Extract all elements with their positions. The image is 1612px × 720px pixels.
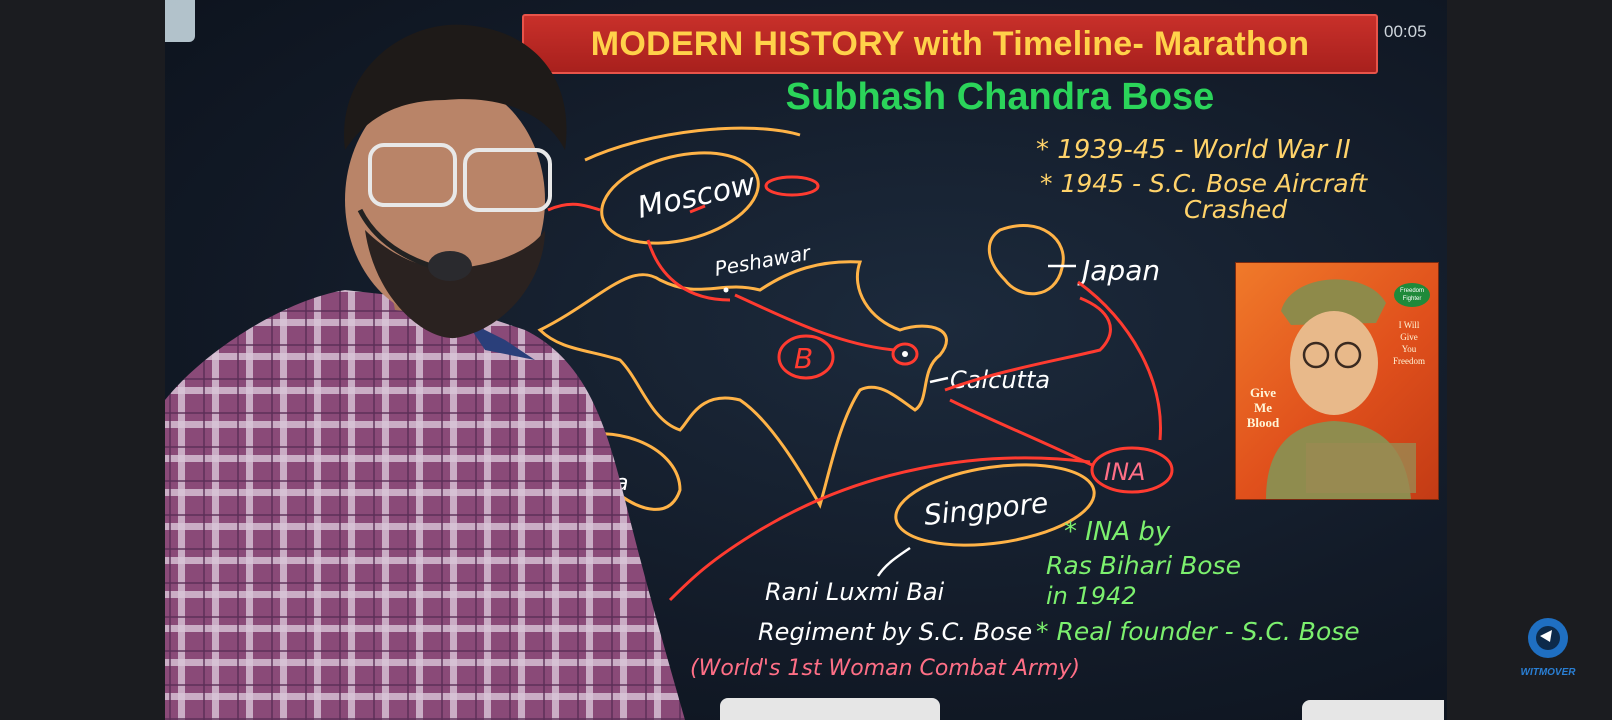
calcutta-dot xyxy=(902,351,908,357)
bose-face xyxy=(1290,311,1378,415)
japan-label: Japan xyxy=(1077,254,1160,287)
bose-poster: Freedom Fighter Give Me Blood I Will Giv… xyxy=(1235,262,1439,500)
note-ras-bihari: Ras Bihari Bose xyxy=(1046,551,1241,580)
japan-outline xyxy=(987,224,1065,296)
logo-text: WITMOVER xyxy=(1520,667,1576,678)
presenter xyxy=(165,24,685,720)
poster-quote-right-line: I Will xyxy=(1398,320,1420,330)
note-crashed: Crashed xyxy=(1184,195,1287,224)
moscow-tail-loop xyxy=(764,175,820,197)
note-combat-army: (World's 1st Woman Combat Army) xyxy=(690,656,1080,681)
route-peshawar-calcutta xyxy=(734,293,896,352)
note-regiment: Regiment by S.C. Bose xyxy=(758,618,1032,646)
poster-quote-right-line: You xyxy=(1401,344,1417,354)
poster-quote-left-line: Blood xyxy=(1246,415,1280,430)
note-rani-luxmi: Rani Luxmi Bai xyxy=(765,578,945,606)
calcutta-label: Calcutta xyxy=(950,366,1050,394)
poster-quote-right-line: Give xyxy=(1400,332,1418,342)
singapore-label: Singpore xyxy=(922,486,1049,532)
witmover-logo-icon xyxy=(1528,618,1568,658)
poster-quote-right-line: Freedom xyxy=(1393,356,1425,366)
peshawar-label: Peshawar xyxy=(713,240,814,281)
soldiers-group xyxy=(1306,443,1416,493)
poster-quote-right: I Will Give You Freedom xyxy=(1386,319,1432,367)
note-1942: in 1942 xyxy=(1046,582,1137,610)
poster-quote-left: Give Me Blood xyxy=(1240,385,1286,430)
singapore-arrow xyxy=(876,546,911,577)
channel-logo: WITMOVER xyxy=(1512,616,1584,678)
presenter-shirt xyxy=(165,290,685,720)
note-real-founder: * Real founder - S.C. Bose xyxy=(1036,617,1360,646)
presenter-mic-head xyxy=(428,251,472,281)
poster-quote-left-line: Me xyxy=(1253,400,1273,415)
note-ww2: * 1939-45 - World War II xyxy=(1036,135,1351,165)
poster-badge: Freedom Fighter xyxy=(1394,283,1430,307)
route-ina-calcutta xyxy=(949,398,1095,468)
b-label: B xyxy=(794,342,813,375)
calcutta-arrow xyxy=(929,376,949,384)
ina-label: INA xyxy=(1104,458,1145,486)
note-aircraft: * 1945 - S.C. Bose Aircraft xyxy=(1040,169,1368,198)
route-japan-ina xyxy=(1077,280,1162,441)
player-toolbar-left[interactable] xyxy=(720,698,940,720)
player-toolbar-right[interactable] xyxy=(1302,700,1444,720)
poster-quote-left-line: Give xyxy=(1250,385,1276,400)
note-ina-by: * INA by xyxy=(1064,517,1171,547)
